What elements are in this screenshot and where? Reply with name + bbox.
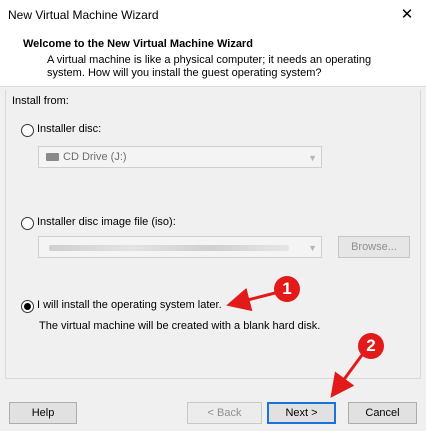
iso-image-radio[interactable] <box>21 217 34 230</box>
annotation-marker-1: 1 <box>274 276 300 302</box>
iso-image-label[interactable]: Installer disc image file (iso): <box>37 216 176 228</box>
wizard-header: Welcome to the New Virtual Machine Wizar… <box>0 30 426 87</box>
header-description: A virtual machine is like a physical com… <box>47 54 372 79</box>
cd-drive-select[interactable]: CD Drive (J:) ▼ <box>38 146 322 168</box>
install-later-label[interactable]: I will install the operating system late… <box>37 299 222 311</box>
back-button[interactable]: < Back <box>187 402 262 424</box>
browse-button[interactable]: Browse... <box>338 236 410 258</box>
install-later-radio[interactable] <box>21 300 34 313</box>
installer-disc-label[interactable]: Installer disc: <box>37 123 101 135</box>
blurred-path-text <box>49 245 289 251</box>
install-later-note: The virtual machine will be created with… <box>39 320 321 332</box>
next-button[interactable]: Next > <box>267 402 336 424</box>
close-icon[interactable]: ✕ <box>396 4 418 26</box>
iso-path-input[interactable]: ▼ <box>38 236 322 258</box>
header-title: Welcome to the New Virtual Machine Wizar… <box>23 38 253 50</box>
cd-drive-icon <box>46 153 59 161</box>
cancel-button[interactable]: Cancel <box>348 402 417 424</box>
chevron-down-icon: ▼ <box>308 153 317 163</box>
annotation-marker-2: 2 <box>358 333 384 359</box>
help-button[interactable]: Help <box>9 402 77 424</box>
installer-disc-radio[interactable] <box>21 124 34 137</box>
install-from-label: Install from: <box>12 95 69 107</box>
title-bar: New Virtual Machine Wizard ✕ <box>0 0 426 30</box>
chevron-down-icon: ▼ <box>308 243 317 253</box>
window-title: New Virtual Machine Wizard <box>8 8 159 22</box>
cd-drive-value: CD Drive (J:) <box>63 151 127 163</box>
